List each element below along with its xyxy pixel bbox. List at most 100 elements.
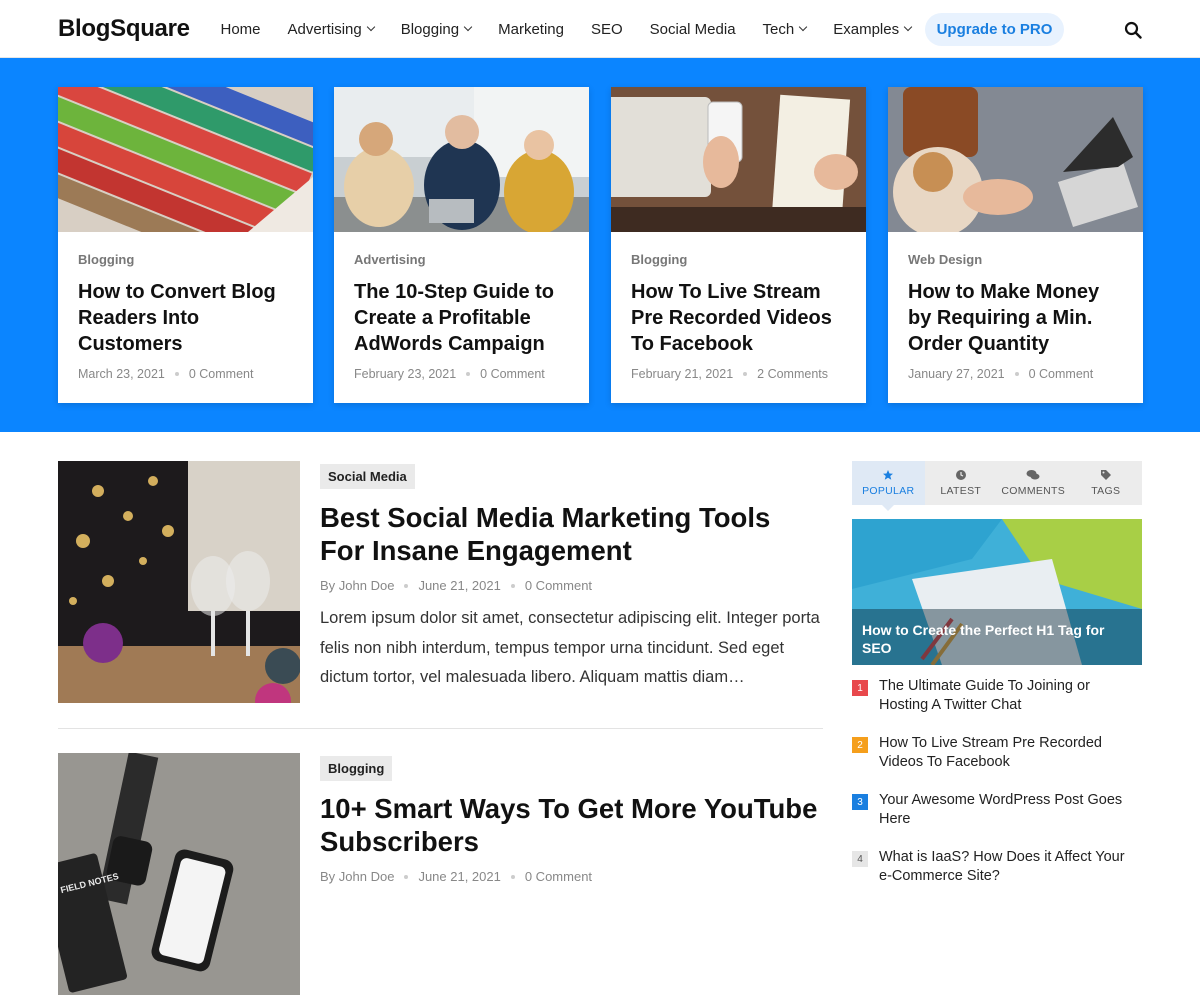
popular-post-title[interactable]: What is IaaS? How Does it Affect Your e-… xyxy=(879,848,1139,886)
nav-seo[interactable]: SEO xyxy=(577,0,636,58)
card-title[interactable]: How to Convert Blog Readers Into Custome… xyxy=(78,279,298,357)
post-comments[interactable]: 0 Comment xyxy=(525,578,592,593)
rank-badge: 2 xyxy=(852,737,868,753)
card-category[interactable]: Web Design xyxy=(908,252,982,267)
separator-dot xyxy=(466,372,471,376)
post-date: June 21, 2021 xyxy=(418,869,501,884)
featured-post-title[interactable]: How to Create the Perfect H1 Tag for SEO xyxy=(862,621,1122,657)
post-entry: FIELD NOTES Blogging 10+ Smart Ways To G… xyxy=(58,753,823,995)
post-entry: Social Media Best Social Media Marketing… xyxy=(58,461,823,711)
card-meta: March 23, 2021 0 Comment xyxy=(78,367,253,381)
nav-tech[interactable]: Tech xyxy=(749,0,820,58)
nav-advertising[interactable]: Advertising xyxy=(274,0,387,58)
card-comments[interactable]: 0 Comment xyxy=(189,367,254,381)
card-title[interactable]: How To Live Stream Pre Recorded Videos T… xyxy=(631,279,851,357)
post-meta: By John Doe June 21, 2021 0 Comment xyxy=(320,869,592,884)
card-image-phone-notebook[interactable] xyxy=(611,87,866,232)
nav-marketing[interactable]: Marketing xyxy=(485,0,578,58)
tab-popular[interactable]: POPULAR xyxy=(852,461,925,511)
popular-post-title[interactable]: How To Live Stream Pre Recorded Videos T… xyxy=(879,734,1139,772)
featured-section: Blogging How to Convert Blog Readers Int… xyxy=(0,58,1200,432)
tab-comments[interactable]: COMMENTS xyxy=(997,461,1070,505)
main-nav: Home Advertising Blogging Marketing SEO … xyxy=(207,0,1065,58)
list-item[interactable]: 1 The Ultimate Guide To Joining or Hosti… xyxy=(852,677,1142,734)
card-comments[interactable]: 0 Comment xyxy=(480,367,545,381)
post-category[interactable]: Blogging xyxy=(320,756,393,781)
card-title[interactable]: How to Make Money by Requiring a Min. Or… xyxy=(908,279,1128,357)
list-item[interactable]: 2 How To Live Stream Pre Recorded Videos… xyxy=(852,734,1142,791)
separator-dot xyxy=(404,583,409,588)
rank-badge: 1 xyxy=(852,680,868,696)
separator-dot xyxy=(510,583,515,588)
separator-dot xyxy=(404,874,409,879)
separator-dot xyxy=(743,372,748,376)
post-comments[interactable]: 0 Comment xyxy=(525,869,592,884)
nav-label: Advertising xyxy=(287,20,362,38)
post-title[interactable]: 10+ Smart Ways To Get More YouTube Subsc… xyxy=(320,792,820,858)
tab-latest[interactable]: LATEST xyxy=(925,461,998,505)
card-comments[interactable]: 2 Comments xyxy=(757,367,828,381)
rank-badge: 3 xyxy=(852,794,868,810)
card-category[interactable]: Blogging xyxy=(78,252,134,267)
tab-tags[interactable]: TAGS xyxy=(1070,461,1143,505)
post-thumbnail-watch-phone[interactable]: FIELD NOTES xyxy=(58,753,300,995)
sidebar-featured-post[interactable]: How to Create the Perfect H1 Tag for SEO xyxy=(852,519,1142,665)
post-author[interactable]: By John Doe xyxy=(320,578,394,593)
card-comments[interactable]: 0 Comment xyxy=(1029,367,1094,381)
nav-label: Social Media xyxy=(649,20,736,38)
upgrade-pro-button[interactable]: Upgrade to PRO xyxy=(924,12,1065,46)
chevron-down-icon xyxy=(463,22,473,32)
separator-dot xyxy=(1014,372,1019,376)
nav-label: Tech xyxy=(762,20,795,38)
post-category[interactable]: Social Media xyxy=(320,464,415,489)
chevron-down-icon xyxy=(366,22,375,32)
nav-home[interactable]: Home xyxy=(207,0,274,58)
nav-examples[interactable]: Examples xyxy=(820,0,925,58)
post-excerpt: Lorem ipsum dolor sit amet, consectetur … xyxy=(320,609,820,686)
tag-icon xyxy=(1100,470,1111,480)
card-image-colored-chalk[interactable] xyxy=(58,87,313,232)
tab-label: COMMENTS xyxy=(1001,485,1066,497)
nav-label: Marketing xyxy=(498,20,564,38)
list-item[interactable]: 3 Your Awesome WordPress Post Goes Here xyxy=(852,791,1142,848)
rank-badge: 4 xyxy=(852,851,868,867)
list-item[interactable]: 4 What is IaaS? How Does it Affect Your … xyxy=(852,848,1142,905)
featured-card[interactable]: Blogging How To Live Stream Pre Recorded… xyxy=(611,87,866,403)
nav-label: SEO xyxy=(590,20,623,38)
nav-social-media[interactable]: Social Media xyxy=(636,0,749,58)
chevron-down-icon xyxy=(798,22,808,32)
popular-post-title[interactable]: The Ultimate Guide To Joining or Hosting… xyxy=(879,677,1139,715)
separator-dot xyxy=(174,372,179,376)
site-header: BlogSquare Home Advertising Blogging Mar… xyxy=(0,0,1200,58)
featured-card[interactable]: Advertising The 10-Step Guide to Create … xyxy=(334,87,589,403)
tab-label: TAGS xyxy=(1091,485,1121,497)
nav-label: Blogging xyxy=(400,20,460,38)
card-meta: February 21, 2021 2 Comments xyxy=(631,367,828,381)
nav-label: Home xyxy=(220,20,261,38)
chevron-down-icon xyxy=(903,22,913,32)
card-date: January 27, 2021 xyxy=(908,367,1005,381)
popular-post-title[interactable]: Your Awesome WordPress Post Goes Here xyxy=(879,791,1139,829)
popular-posts-list: 1 The Ultimate Guide To Joining or Hosti… xyxy=(852,677,1142,905)
card-image-laptop[interactable] xyxy=(888,87,1143,232)
post-meta: By John Doe June 21, 2021 0 Comment xyxy=(320,578,592,593)
tab-label: POPULAR xyxy=(862,485,915,497)
card-title[interactable]: The 10-Step Guide to Create a Profitable… xyxy=(354,279,574,357)
tab-label: LATEST xyxy=(940,485,982,497)
featured-card[interactable]: Blogging How to Convert Blog Readers Int… xyxy=(58,87,313,403)
post-thumbnail-champagne[interactable] xyxy=(58,461,300,703)
nav-blogging[interactable]: Blogging xyxy=(387,0,484,58)
post-title[interactable]: Best Social Media Marketing Tools For In… xyxy=(320,501,820,567)
search-icon[interactable] xyxy=(1124,21,1142,39)
comments-icon xyxy=(1026,470,1040,480)
site-logo[interactable]: BlogSquare xyxy=(58,15,190,43)
card-image-meeting[interactable] xyxy=(334,87,589,232)
sidebar-tabs: POPULAR LATEST COMMENTS TAGS xyxy=(852,461,1143,511)
card-category[interactable]: Blogging xyxy=(631,252,687,267)
clock-icon xyxy=(955,470,966,480)
card-category[interactable]: Advertising xyxy=(354,252,426,267)
nav-label: Examples xyxy=(833,20,900,38)
star-icon xyxy=(883,470,894,480)
featured-card[interactable]: Web Design How to Make Money by Requirin… xyxy=(888,87,1143,403)
post-author[interactable]: By John Doe xyxy=(320,869,394,884)
